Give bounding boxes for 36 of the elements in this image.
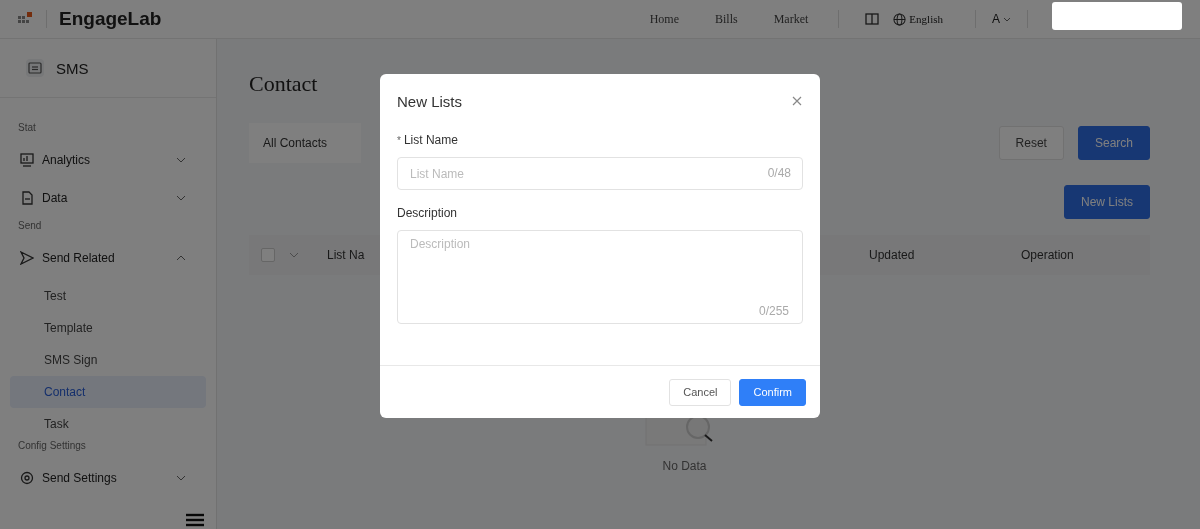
character-counter: 0/255	[758, 304, 789, 318]
menu-item[interactable]: Test	[10, 280, 206, 312]
menu-group[interactable]: Analytics	[10, 144, 206, 176]
dialog-title: New Lists	[397, 92, 463, 110]
menu-item[interactable]: SMS Sign	[10, 344, 206, 376]
nav-link[interactable]: Market	[773, 11, 809, 27]
language-selector[interactable]: English	[893, 12, 943, 26]
character-counter: 0/48	[767, 166, 791, 180]
dialog-button[interactable]: Cancel	[669, 378, 732, 406]
field-label: List Name	[403, 133, 458, 147]
menu-item[interactable]: Contact	[10, 376, 206, 408]
menu-section-label: Stat	[17, 122, 37, 135]
filter-button[interactable]: Reset	[998, 126, 1064, 160]
nav-link[interactable]: Bills	[715, 11, 738, 27]
menu-section-label: Config Settings	[17, 440, 87, 453]
empty-state-text: No Data	[662, 459, 707, 473]
page-title: Contact	[249, 71, 319, 97]
brand-logo[interactable]: EngageLab	[59, 8, 162, 30]
menu-item[interactable]: Task	[10, 408, 206, 440]
font-size-selector[interactable]: A	[992, 12, 1011, 26]
menu-group[interactable]: Data	[10, 182, 206, 214]
filter-select[interactable]: All Contacts	[249, 123, 361, 163]
dialog-button[interactable]: Confirm	[739, 378, 806, 406]
nav-link[interactable]: Home	[649, 11, 679, 27]
new-lists-button[interactable]: New Lists	[1064, 185, 1150, 219]
field-label: Description	[397, 206, 458, 220]
menu-section-label: Send	[17, 220, 43, 233]
required-mark: *	[397, 134, 401, 146]
menu-group[interactable]: Send Settings	[10, 462, 206, 494]
column-header: Updated	[869, 248, 915, 262]
column-header: Operation	[1021, 248, 1074, 262]
filter-button[interactable]: Search	[1077, 126, 1150, 160]
menu-group[interactable]: Send Related	[10, 242, 206, 274]
product-title: SMS	[56, 59, 89, 77]
menu-item[interactable]: Template	[10, 312, 206, 344]
column-header: List Na	[327, 248, 365, 262]
